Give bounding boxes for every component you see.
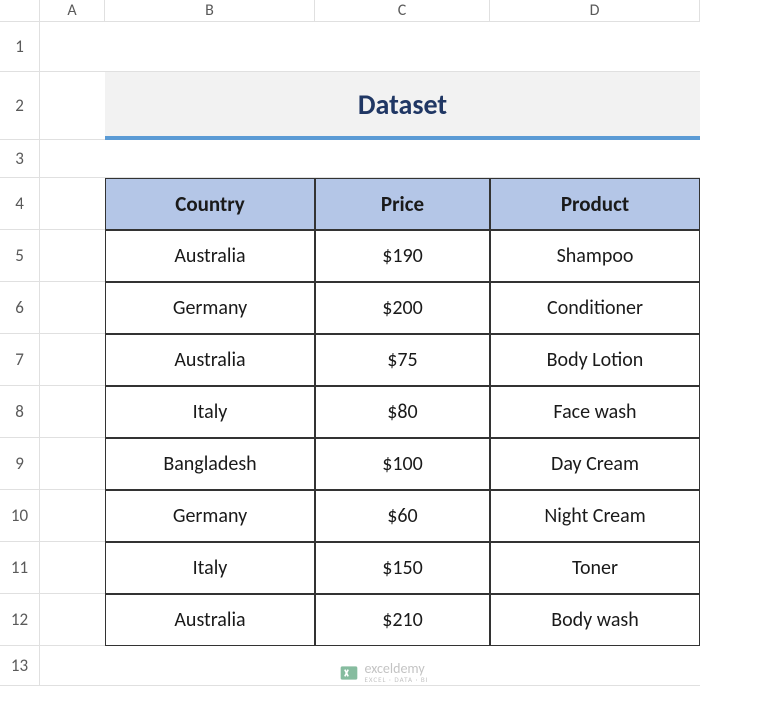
row-header-9[interactable]: 9 [0,438,40,490]
table-row[interactable]: $100 [315,438,490,490]
row-header-5[interactable]: 5 [0,230,40,282]
table-row[interactable]: $210 [315,594,490,646]
table-row[interactable]: Bangladesh [105,438,315,490]
cell-a13[interactable] [40,646,105,686]
table-row[interactable]: Night Cream [490,490,700,542]
table-row[interactable]: $80 [315,386,490,438]
cell-b1[interactable] [105,22,315,72]
cell-a9[interactable] [40,438,105,490]
cell-a11[interactable] [40,542,105,594]
table-header-product[interactable]: Product [490,178,700,230]
cell-b3[interactable] [105,140,315,178]
table-row[interactable]: Australia [105,594,315,646]
table-row[interactable]: Australia [105,334,315,386]
table-row[interactable]: Face wash [490,386,700,438]
cell-a1[interactable] [40,22,105,72]
row-header-3[interactable]: 3 [0,140,40,178]
select-all-corner[interactable] [0,0,40,22]
row-header-11[interactable]: 11 [0,542,40,594]
watermark-text: exceldemy [364,662,428,676]
table-row[interactable]: Italy [105,386,315,438]
cell-c1[interactable] [315,22,490,72]
row-header-7[interactable]: 7 [0,334,40,386]
table-row[interactable]: Body Lotion [490,334,700,386]
cell-c3[interactable] [315,140,490,178]
col-header-d[interactable]: D [490,0,700,22]
row-header-6[interactable]: 6 [0,282,40,334]
table-row[interactable]: Conditioner [490,282,700,334]
cell-a2[interactable] [40,72,105,140]
col-header-a[interactable]: A [40,0,105,22]
table-row[interactable]: Australia [105,230,315,282]
cell-a12[interactable] [40,594,105,646]
watermark: exceldemy EXCEL · DATA · BI [338,662,428,683]
cell-d3[interactable] [490,140,700,178]
cell-d1[interactable] [490,22,700,72]
row-header-1[interactable]: 1 [0,22,40,72]
table-row[interactable]: $190 [315,230,490,282]
table-row[interactable]: Day Cream [490,438,700,490]
table-header-price[interactable]: Price [315,178,490,230]
table-row[interactable]: $75 [315,334,490,386]
table-row[interactable]: $200 [315,282,490,334]
watermark-subtext: EXCEL · DATA · BI [364,676,428,683]
cell-a10[interactable] [40,490,105,542]
table-row[interactable]: $150 [315,542,490,594]
cell-a3[interactable] [40,140,105,178]
cell-a8[interactable] [40,386,105,438]
cell-a4[interactable] [40,178,105,230]
col-header-c[interactable]: C [315,0,490,22]
cell-a7[interactable] [40,334,105,386]
row-header-2[interactable]: 2 [0,72,40,140]
table-row[interactable]: Italy [105,542,315,594]
row-header-12[interactable]: 12 [0,594,40,646]
table-row[interactable]: Germany [105,490,315,542]
table-row[interactable]: Shampoo [490,230,700,282]
row-header-4[interactable]: 4 [0,178,40,230]
excel-icon [338,663,358,683]
cell-a6[interactable] [40,282,105,334]
row-header-13[interactable]: 13 [0,646,40,686]
table-row[interactable]: Body wash [490,594,700,646]
spreadsheet-grid: A B C D 1 2 Dataset 3 4 Country Price Pr… [0,0,767,686]
row-header-10[interactable]: 10 [0,490,40,542]
table-row[interactable]: Toner [490,542,700,594]
row-header-8[interactable]: 8 [0,386,40,438]
table-row[interactable]: $60 [315,490,490,542]
table-row[interactable]: Germany [105,282,315,334]
col-header-b[interactable]: B [105,0,315,22]
dataset-title[interactable]: Dataset [105,72,700,140]
cell-b13[interactable] [105,646,315,686]
table-header-country[interactable]: Country [105,178,315,230]
cell-a5[interactable] [40,230,105,282]
cell-d13[interactable] [490,646,700,686]
